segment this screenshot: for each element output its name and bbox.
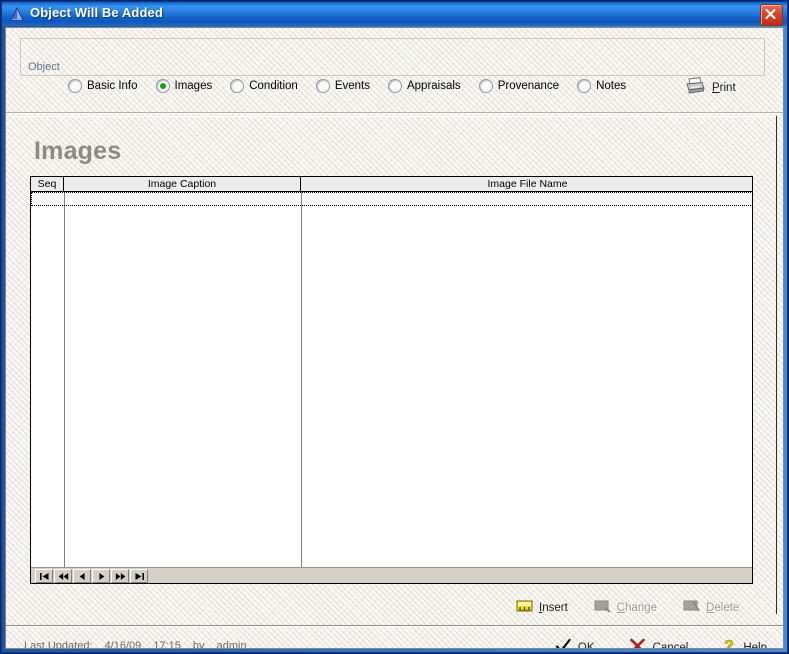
next-record-button[interactable] (92, 569, 110, 583)
tab-events[interactable]: Events (315, 79, 370, 93)
delete-rest: elete (714, 602, 740, 614)
window-title: Object Will Be Added (30, 5, 163, 20)
radio-icon (478, 79, 493, 93)
ok-button[interactable]: OK (555, 638, 595, 649)
help-accel: H (743, 642, 752, 649)
help-label: Help (743, 642, 767, 649)
last-updated-date: 4/16/09 (104, 640, 142, 649)
change-rest: hange (625, 602, 658, 614)
insert-button[interactable]: Insert (516, 598, 568, 618)
tab-radio-group: Basic Info Images Condition Events Appra… (68, 76, 644, 96)
print-button[interactable]: Print (684, 76, 736, 99)
status-divider (6, 625, 783, 627)
tab-notes[interactable]: Notes (577, 79, 626, 93)
change-icon (594, 598, 611, 618)
column-header-seq[interactable]: Seq (31, 177, 64, 191)
table-row[interactable] (31, 192, 752, 206)
change-label: Change (617, 602, 657, 614)
column-divider (64, 192, 65, 569)
tab-appraisals[interactable]: Appraisals (387, 79, 461, 93)
by-label: by (192, 640, 205, 649)
x-icon (629, 638, 646, 648)
dialog-window: Object Will Be Added Object Basic Info I… (0, 0, 789, 654)
grid-body[interactable] (31, 192, 752, 569)
object-group-label: Object (28, 61, 60, 73)
dialog-button-bar: OK Cancel ? Help (555, 637, 767, 649)
cancel-rest: ancel (660, 642, 689, 649)
tab-provenance[interactable]: Provenance (478, 79, 560, 93)
cancel-button[interactable]: Cancel (629, 638, 689, 649)
grid-header-row: Seq Image Caption Image File Name (31, 177, 752, 192)
page-title: Images (34, 137, 122, 165)
tab-images[interactable]: Images (155, 79, 213, 93)
column-header-image-file-name[interactable]: Image File Name (301, 177, 752, 191)
last-updated-time: 17:15 (153, 640, 181, 649)
tab-label: Notes (596, 80, 627, 92)
tab-label: Images (174, 80, 213, 92)
ok-label: OK (577, 642, 595, 649)
cancel-accel: C (652, 642, 661, 649)
last-updated-label: Last Updated: (24, 640, 93, 649)
fast-forward-button[interactable] (111, 569, 129, 583)
tab-label: Provenance (497, 80, 560, 92)
help-button[interactable]: ? Help (722, 637, 767, 649)
close-icon[interactable] (760, 4, 783, 26)
help-rest: elp (751, 642, 767, 649)
print-rest: rint (719, 81, 736, 94)
tab-label: Appraisals (406, 80, 461, 92)
status-bar: Last Updated: 4/16/09 17:15 by admin (24, 640, 256, 649)
delete-button[interactable]: Delete (683, 598, 739, 618)
radio-icon (230, 79, 245, 93)
column-header-image-caption[interactable]: Image Caption (64, 177, 301, 191)
insert-icon (516, 598, 533, 618)
question-icon: ? (722, 637, 736, 649)
radio-icon (315, 79, 330, 93)
last-updated-user: admin (216, 640, 247, 649)
print-accel: P (712, 81, 720, 94)
tab-label: Events (334, 80, 370, 92)
ok-rest: K (586, 642, 595, 649)
client-area: Object Basic Info Images Condition Event… (5, 27, 784, 649)
object-group-box (20, 38, 765, 76)
insert-rest: nsert (542, 602, 568, 614)
previous-record-button[interactable] (73, 569, 91, 583)
ok-accel: O (577, 642, 587, 649)
radio-icon (387, 79, 402, 93)
svg-text:?: ? (724, 638, 734, 649)
triangle-icon (9, 6, 25, 22)
first-record-button[interactable] (35, 569, 53, 583)
last-record-button[interactable] (130, 569, 148, 583)
panel-top-line (12, 116, 777, 117)
toolbar-divider (6, 112, 783, 114)
delete-label: Delete (706, 602, 739, 614)
change-accel: C (616, 602, 626, 614)
grid-navigation-bar (31, 567, 752, 583)
print-label: Print (712, 82, 736, 94)
images-grid[interactable]: Seq Image Caption Image File Name (30, 176, 753, 584)
panel-right-line (776, 116, 777, 614)
insert-label: Insert (539, 602, 568, 614)
radio-icon (68, 79, 82, 93)
tab-condition[interactable]: Condition (230, 79, 298, 93)
radio-selected-icon (155, 79, 170, 93)
check-icon (555, 638, 571, 648)
tab-basic-info[interactable]: Basic Info (68, 79, 138, 93)
record-action-bar: Insert Change Delete (516, 598, 739, 618)
record-navigator (35, 569, 148, 583)
title-bar: Object Will Be Added (2, 2, 787, 26)
delete-icon (683, 598, 700, 618)
tab-label: Basic Info (87, 80, 138, 92)
cancel-label: Cancel (652, 642, 689, 649)
fast-rewind-button[interactable] (54, 569, 72, 583)
change-button[interactable]: Change (594, 598, 657, 618)
tab-label: Condition (249, 80, 298, 92)
column-divider (301, 192, 302, 569)
radio-icon (577, 79, 592, 93)
printer-icon (684, 76, 706, 99)
